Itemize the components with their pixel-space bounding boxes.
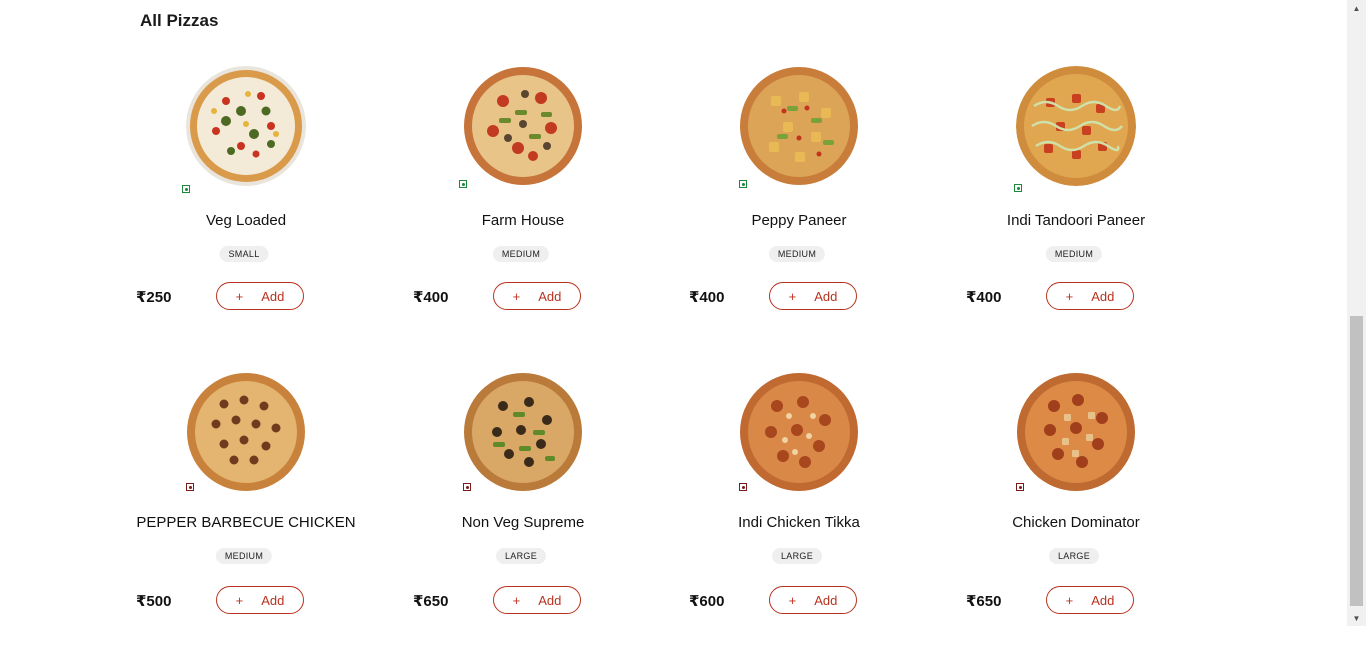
vertical-scrollbar[interactable]: ▲ ▼ [1347,0,1366,626]
scroll-thumb[interactable] [1350,316,1363,606]
size-badge: LARGE [495,548,547,564]
add-label: Add [1091,592,1115,608]
pizza-name: Indi Chicken Tikka [738,514,860,531]
nonveg-indicator-icon [186,483,194,491]
pizza-price: ₹400 [413,289,449,306]
add-button[interactable]: + Add [493,282,581,310]
pizza-card: Indi Tandoori Paneer MEDIUM ₹400 + Add [944,66,1204,366]
size-badge: MEDIUM [1045,246,1103,262]
veg-indicator-icon [739,180,747,188]
add-button[interactable]: + Add [769,282,857,310]
size-badge: MEDIUM [768,246,826,262]
pizza-image [186,66,306,186]
veg-indicator-icon [1014,184,1022,192]
pizza-image [187,373,305,491]
plus-icon: + [235,592,244,608]
pizza-name: Veg Loaded [205,212,287,229]
pizza-card: Chicken Dominator LARGE ₹650 + Add [944,372,1204,672]
add-button[interactable]: + Add [769,586,857,614]
plus-icon: + [1065,592,1074,608]
pizza-price: ₹650 [966,593,1002,610]
add-label: Add [261,592,285,608]
pizza-name: PEPPER BARBECUE CHICKEN [136,514,356,531]
pizza-price: ₹400 [966,289,1002,306]
plus-icon: + [235,288,244,304]
section-title: All Pizzas [140,11,219,30]
pizza-card: Non Veg Supreme LARGE ₹650 + Add [391,372,651,672]
plus-icon: + [788,592,797,608]
size-badge: LARGE [771,548,823,564]
pizza-card: Veg Loaded SMALL ₹250 + Add [114,66,374,366]
plus-icon: + [1065,288,1074,304]
pizza-name: Indi Tandoori Paneer [1006,212,1146,229]
pizza-image [1017,373,1135,491]
pizza-card: PEPPER BARBECUE CHICKEN MEDIUM ₹500 + Ad… [114,372,374,672]
plus-icon: + [512,288,521,304]
add-label: Add [538,288,562,304]
add-button[interactable]: + Add [216,282,304,310]
size-badge: MEDIUM [215,548,273,564]
pizza-menu-page: All Pizzas Veg Loaded SMALL ₹250 + Add F… [0,0,1347,626]
scroll-up-icon[interactable]: ▲ [1347,0,1366,16]
add-label: Add [814,592,838,608]
add-label: Add [1091,288,1115,304]
plus-icon: + [512,592,521,608]
pizza-card: Farm House MEDIUM ₹400 + Add [391,66,651,366]
pizza-price: ₹500 [136,593,172,610]
pizza-card: Peppy Paneer MEDIUM ₹400 + Add [667,66,927,366]
nonveg-indicator-icon [463,483,471,491]
nonveg-indicator-icon [739,483,747,491]
add-button[interactable]: + Add [216,586,304,614]
veg-indicator-icon [459,180,467,188]
pizza-card: Indi Chicken Tikka LARGE ₹600 + Add [667,372,927,672]
pizza-price: ₹600 [689,593,725,610]
pizza-image [740,373,858,491]
add-button[interactable]: + Add [1046,282,1134,310]
pizza-image [1016,66,1136,186]
add-button[interactable]: + Add [493,586,581,614]
pizza-name: Peppy Paneer [751,212,847,229]
scroll-down-icon[interactable]: ▼ [1347,610,1366,626]
size-badge: MEDIUM [492,246,550,262]
nonveg-indicator-icon [1016,483,1024,491]
pizza-price: ₹400 [689,289,725,306]
add-label: Add [814,288,838,304]
pizza-name: Non Veg Supreme [461,514,585,531]
pizza-name: Farm House [481,212,565,229]
add-label: Add [538,592,562,608]
pizza-image [464,373,582,491]
pizza-price: ₹650 [413,593,449,610]
pizza-image [740,67,858,185]
pizza-name: Chicken Dominator [1012,514,1140,531]
plus-icon: + [788,288,797,304]
pizza-price: ₹250 [136,289,172,306]
size-badge: SMALL [219,246,269,262]
add-button[interactable]: + Add [1046,586,1134,614]
pizza-image [464,67,582,185]
veg-indicator-icon [182,185,190,193]
size-badge: LARGE [1048,548,1100,564]
add-label: Add [261,288,285,304]
